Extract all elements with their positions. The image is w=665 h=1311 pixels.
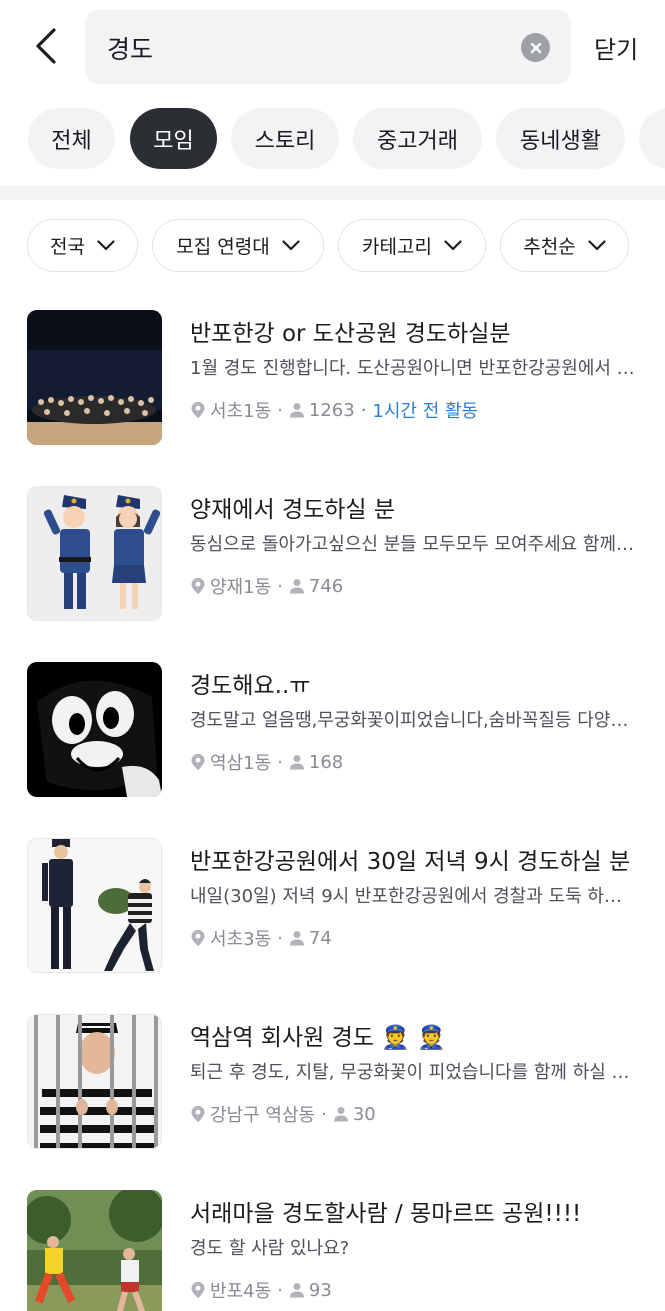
filter-label: 추천순: [523, 236, 576, 258]
group-location: 서초3동: [210, 929, 272, 950]
tab-used-trade[interactable]: 중고거래: [353, 108, 482, 169]
group-meta: 강남구 역삼동 · 30: [190, 1102, 376, 1126]
clear-search-button[interactable]: [521, 33, 550, 62]
search-header: 경도 닫기: [0, 0, 665, 96]
filter-region[interactable]: 전국: [27, 219, 138, 272]
section-divider: [0, 186, 665, 200]
list-item[interactable]: 양재에서 경도하실 분 동심으로 돌아가고싶으신 분들 모두모두 모여주세요 함…: [0, 486, 665, 622]
person-icon: [289, 1283, 304, 1298]
close-icon: [530, 42, 541, 53]
group-thumbnail: [27, 838, 162, 973]
group-meta: 양재1동 · 746: [190, 574, 343, 598]
tab-story[interactable]: 스토리: [231, 108, 339, 169]
group-thumbnail: [27, 1014, 162, 1149]
group-location: 강남구 역삼동: [210, 1105, 316, 1126]
location-pin-icon: [191, 1282, 205, 1298]
tab-more[interactable]: [639, 108, 665, 169]
filter-label: 모집 연령대: [176, 236, 270, 258]
member-count: 1263: [308, 399, 355, 421]
activity-status: 1시간 전 활동: [372, 401, 479, 422]
search-input[interactable]: 경도: [85, 10, 571, 84]
member-count: 30: [352, 1103, 376, 1125]
chevron-left-icon: [36, 28, 56, 64]
list-item[interactable]: 반포한강 or 도산공원 경도하실분 1월 경도 진행합니다. 도산공원아니면 …: [0, 310, 665, 446]
group-location: 서초1동: [210, 401, 272, 422]
group-thumbnail: [27, 486, 162, 621]
tab-groups[interactable]: 모임: [130, 108, 217, 169]
meta-separator: ·: [277, 927, 283, 949]
group-title: 서래마을 경도할사람 / 몽마르뜨 공원!!!!: [190, 1201, 582, 1227]
tab-all[interactable]: 전체: [28, 108, 115, 169]
filter-bar: 전국 모집 연령대 카테고리 추천순: [0, 219, 665, 273]
chevron-down-icon: [282, 240, 300, 251]
person-icon: [333, 1107, 348, 1122]
group-description: 퇴근 후 경도, 지탈, 무궁화꽃이 피었습니다를 함께 하실 분들: [190, 1062, 636, 1083]
back-button[interactable]: [28, 26, 64, 66]
group-title: 반포한강 or 도산공원 경도하실분: [190, 321, 511, 347]
group-meta: 반포4동 · 93: [190, 1278, 332, 1302]
location-pin-icon: [191, 402, 205, 418]
list-item[interactable]: 서래마을 경도할사람 / 몽마르뜨 공원!!!! 경도 할 사람 있나요? 반포…: [0, 1190, 665, 1311]
group-description: 경도말고 얼음땡,무궁화꽃이피었습니다,숨바꼭질등 다양하게 해요: [190, 710, 636, 731]
group-description: 내일(30일) 저녁 9시 반포한강공원에서 경찰과 도둑 하실 분 구해요: [190, 886, 636, 907]
group-title: 경도해요..ㅠ: [190, 673, 311, 699]
group-description: 경도 할 사람 있나요?: [190, 1238, 350, 1259]
chevron-down-icon: [588, 240, 606, 251]
close-button[interactable]: 닫기: [594, 30, 638, 65]
group-title: 역삼역 회사원 경도 👮 👮: [190, 1025, 446, 1051]
group-description: 동심으로 돌아가고싶으신 분들 모두모두 모여주세요 함께해요: [190, 534, 636, 555]
group-title: 반포한강공원에서 30일 저녁 9시 경도하실 분: [190, 849, 631, 875]
meta-separator: ·: [360, 399, 367, 421]
list-item[interactable]: 반포한강공원에서 30일 저녁 9시 경도하실 분 내일(30일) 저녁 9시 …: [0, 838, 665, 974]
meta-separator: ·: [277, 575, 283, 597]
member-count: 93: [308, 1279, 332, 1301]
group-thumbnail: [27, 662, 162, 797]
member-count: 746: [308, 575, 344, 597]
filter-sort[interactable]: 추천순: [500, 219, 629, 272]
chevron-down-icon: [444, 240, 462, 251]
person-icon: [289, 403, 304, 418]
meta-separator: ·: [277, 1279, 283, 1301]
group-thumbnail: [27, 1190, 162, 1311]
location-pin-icon: [191, 754, 205, 770]
group-description: 1월 경도 진행합니다. 도산공원아니면 반포한강공원에서 진행합니다: [190, 358, 636, 379]
filter-label: 전국: [50, 236, 85, 258]
meta-separator: ·: [277, 399, 283, 421]
group-meta: 서초1동 · 1263 · 1시간 전 활동: [190, 398, 478, 422]
list-item[interactable]: 경도해요..ㅠ 경도말고 얼음땡,무궁화꽃이피었습니다,숨바꼭질등 다양하게 해…: [0, 662, 665, 798]
location-pin-icon: [191, 930, 205, 946]
chevron-down-icon: [97, 240, 115, 251]
location-pin-icon: [191, 1106, 205, 1122]
person-icon: [289, 579, 304, 594]
filter-category[interactable]: 카테고리: [338, 219, 486, 272]
location-pin-icon: [191, 578, 205, 594]
group-location: 역삼1동: [210, 753, 272, 774]
filter-label: 카테고리: [362, 236, 432, 258]
search-query[interactable]: 경도: [107, 30, 153, 66]
person-icon: [289, 755, 304, 770]
tab-neighborhood[interactable]: 동네생활: [496, 108, 625, 169]
group-thumbnail: [27, 310, 162, 445]
group-title: 양재에서 경도하실 분: [190, 497, 396, 523]
filter-age[interactable]: 모집 연령대: [152, 219, 324, 272]
person-icon: [289, 931, 304, 946]
group-meta: 역삼1동 · 168: [190, 750, 343, 774]
member-count: 74: [308, 927, 332, 949]
group-meta: 서초3동 · 74: [190, 926, 332, 950]
meta-separator: ·: [277, 751, 283, 773]
meta-separator: ·: [321, 1103, 327, 1125]
group-location: 양재1동: [210, 577, 272, 598]
list-item[interactable]: 역삼역 회사원 경도 👮 👮 퇴근 후 경도, 지탈, 무궁화꽃이 피었습니다를…: [0, 1014, 665, 1150]
category-tabs: 전체 모임 스토리 중고거래 동네생활: [0, 108, 665, 170]
member-count: 168: [308, 751, 344, 773]
group-location: 반포4동: [210, 1281, 272, 1302]
